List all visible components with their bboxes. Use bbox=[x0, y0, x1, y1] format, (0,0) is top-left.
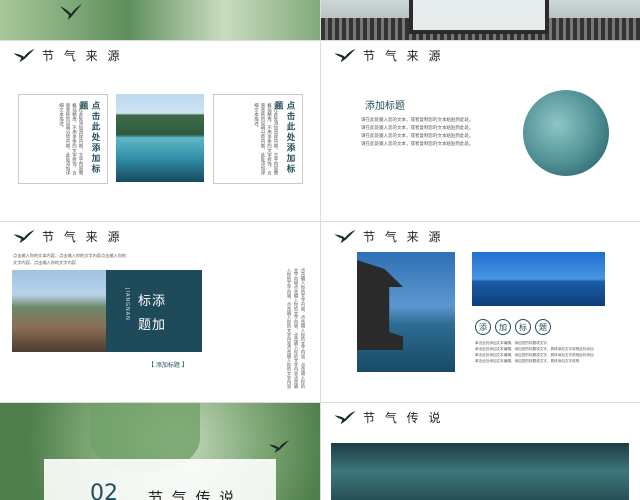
slide-title: 节 气 传 说 bbox=[363, 411, 444, 425]
nature-photo bbox=[0, 0, 320, 40]
tag-char: 标 bbox=[515, 319, 531, 335]
box-subtitle: JIANGNAN bbox=[124, 288, 130, 321]
body-lines: 请在此处输入您的文本，或者复制您的文本粘贴到此处。 请在此处输入您的文本，或者复… bbox=[361, 117, 511, 149]
pavilion-photo bbox=[357, 252, 455, 372]
tag-char: 加 bbox=[495, 319, 511, 335]
box-body-right: 请在此处添加具体内容，文字内容需概括精炼，不用多余的文字修饰，言简意赅的说明分项… bbox=[253, 103, 279, 175]
slide-thumb-5[interactable]: 节 气 来 源 点击输入你的文本内容，点击输入你的文字内容点击输入你的 文字内容… bbox=[0, 222, 320, 402]
text-box-left: 点击此处添加标题 请在此处添加具体内容，文字内容需概括精炼，不用多余的文字修饰，… bbox=[18, 94, 108, 184]
intro-line-2: 文字内容，点击输入你的文字内容 bbox=[13, 260, 76, 265]
pavilion-shape bbox=[357, 260, 403, 350]
gate-frame bbox=[409, 0, 549, 34]
slide-thumb-6[interactable]: 节 气 来 源 添 加 标 题 单击此处添加文本编辑，添加您的标题或文字， 单击… bbox=[321, 222, 640, 402]
section-label: 节 气 传 说 bbox=[148, 489, 237, 500]
slide-thumb-7[interactable]: 02 节 气 传 说 bbox=[0, 403, 320, 500]
body-line: 请在此处输入您的文本，或者复制您的文本粘贴到此处。 bbox=[361, 126, 474, 131]
sea-photo bbox=[472, 252, 605, 306]
town-photo bbox=[12, 270, 106, 352]
section-number: 02 bbox=[90, 481, 118, 500]
swallow-icon bbox=[334, 48, 356, 62]
tag-char: 添 bbox=[475, 319, 491, 335]
slide-title: 节 气 来 源 bbox=[42, 49, 123, 63]
swallow-icon bbox=[60, 4, 82, 20]
heading: 添加标题 bbox=[365, 101, 405, 112]
teal-title-box: JIANGNAN 标添题加 bbox=[106, 270, 202, 352]
swallow-icon bbox=[13, 229, 35, 243]
slide-title: 节 气 来 源 bbox=[363, 230, 444, 244]
rain-circle-photo bbox=[523, 90, 609, 176]
rain-photo bbox=[331, 443, 629, 500]
tag-label: 【 添加标题 】 bbox=[148, 362, 188, 369]
swallow-icon bbox=[334, 410, 356, 424]
body-line: 请在此处输入您的文本，或者复制您的文本粘贴到此处。 bbox=[361, 134, 474, 139]
slide-thumb-3[interactable]: 节 气 来 源 点击此处添加标题 请在此处添加具体内容，文字内容需概括精炼，不用… bbox=[0, 41, 320, 221]
swallow-icon bbox=[334, 229, 356, 243]
body-line: 请在此处输入您的文本，或者复制您的文本粘贴到此处。 bbox=[361, 142, 474, 147]
swallow-icon bbox=[13, 48, 35, 62]
lake-photo bbox=[116, 94, 204, 182]
slide-thumb-8[interactable]: 节 气 传 说 bbox=[321, 403, 640, 500]
section-card: 02 节 气 传 说 bbox=[44, 459, 276, 500]
box-body-left: 请在此处添加具体内容，文字内容需概括精炼，不用多余的文字修饰，言简意赅的说明分项… bbox=[58, 103, 84, 175]
tag-char: 题 bbox=[535, 319, 551, 335]
slide-thumb-4[interactable]: 节 气 来 源 添加标题 请在此处输入您的文本，或者复制您的文本粘贴到此处。 请… bbox=[321, 41, 640, 221]
body-lines: 单击此处添加文本编辑，添加您的标题或文字， 单击此处添加文本编辑，添加您的标题或… bbox=[475, 340, 610, 364]
slide-thumb-top-right[interactable] bbox=[321, 0, 640, 40]
tag-row: 添 加 标 题 bbox=[475, 319, 555, 335]
swallow-icon bbox=[268, 440, 290, 453]
box-title: 标添题加 bbox=[138, 294, 167, 333]
slide-thumb-top-left[interactable] bbox=[0, 0, 320, 40]
body-line: 请在此处输入您的文本，或者复制您的文本粘贴到此处。 bbox=[361, 118, 474, 123]
text-box-right: 点击此处添加标题 请在此处添加具体内容，文字内容需概括精炼，不用多余的文字修饰，… bbox=[213, 94, 303, 184]
vertical-body: 点击输入你的文字内容，点击输入你的文字内容，点击输入你的文字内容点击输入你的文字… bbox=[286, 268, 305, 389]
slide-title: 节 气 来 源 bbox=[363, 49, 444, 63]
body-line: 单击此处添加文本编辑，添加您的标题或文字，具体添加文字说明 bbox=[475, 359, 580, 363]
slide-title: 节 气 来 源 bbox=[42, 230, 123, 244]
